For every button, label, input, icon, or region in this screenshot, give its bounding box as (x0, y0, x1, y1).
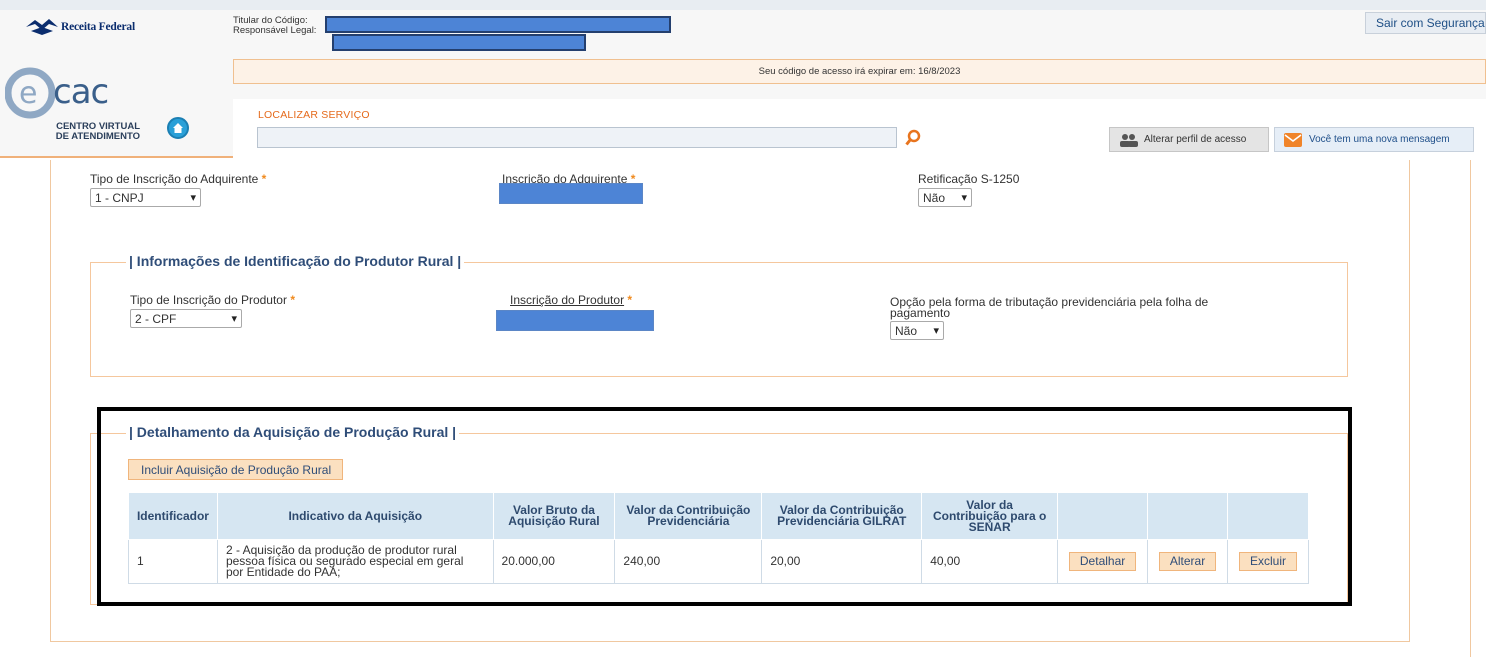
inscricao-produtor-input[interactable] (496, 310, 654, 331)
retificacao-label: Retificação S-1250 (918, 172, 1020, 186)
tipo-adquirente-label: Tipo de Inscrição do Adquirente * (90, 172, 266, 186)
change-profile-button[interactable]: Alterar perfil de acesso (1109, 127, 1269, 152)
tipo-adquirente-text: Tipo de Inscrição do Adquirente (90, 172, 259, 186)
eagle-icon (26, 19, 58, 35)
logout-button[interactable]: Sair com Segurança (1365, 12, 1486, 34)
right-border (1470, 160, 1471, 657)
inscricao-adquirente-input[interactable] (499, 183, 643, 204)
users-icon (1120, 134, 1138, 147)
logo-text: Receita Federal (61, 21, 135, 33)
svg-text:cac: cac (53, 72, 108, 112)
ecac-subtitle: CENTRO VIRTUAL DE ATENDIMENTO (52, 122, 140, 142)
ecac-subtitle-line2: DE ATENDIMENTO (55, 131, 140, 142)
required-mark: * (290, 293, 295, 307)
inscricao-produtor-label: Inscrição do Produtor * (510, 293, 632, 307)
search-label: LOCALIZAR SERVIÇO (258, 109, 370, 121)
new-message-button[interactable]: Você tem uma nova mensagem (1274, 127, 1474, 152)
retificacao-value: Não (923, 190, 946, 205)
opcao-tributacao-label: Opção pela forma de tributação previdenc… (890, 296, 1208, 320)
chevron-down-icon: ▾ (190, 192, 196, 204)
new-message-label: Você tem uma nova mensagem (1309, 134, 1450, 145)
retificacao-select[interactable]: Não ▾ (918, 188, 972, 207)
envelope-icon (1284, 133, 1302, 147)
tipo-adquirente-value: 1 - CNPJ (95, 190, 144, 205)
home-icon[interactable] (167, 117, 189, 139)
tipo-produtor-text: Tipo de Inscrição do Produtor (130, 293, 287, 307)
search-icon[interactable] (905, 129, 921, 147)
tipo-produtor-value: 2 - CPF (135, 311, 177, 326)
opcao-tributacao-value: Não (895, 323, 918, 338)
chevron-down-icon: ▾ (961, 192, 967, 204)
svg-text:e: e (19, 76, 37, 111)
receita-federal-logo[interactable]: Receita Federal (25, 18, 135, 36)
chevron-down-icon: ▾ (231, 313, 237, 325)
redacted-responsavel (332, 34, 586, 51)
tipo-produtor-select[interactable]: 2 - CPF ▾ (130, 309, 242, 328)
titular-info: Titular do Código: Responsável Legal: (233, 16, 316, 36)
tipo-adquirente-select[interactable]: 1 - CNPJ ▾ (90, 188, 201, 207)
produtor-legend: | Informações de Identificação do Produt… (126, 253, 465, 269)
top-stripe (0, 0, 1486, 10)
expiry-notice: Seu código de acesso irá expirar em: 16/… (233, 59, 1486, 84)
tipo-produtor-label: Tipo de Inscrição do Produtor * (130, 293, 295, 307)
highlight-box (97, 407, 1352, 606)
responsavel-label: Responsável Legal: (233, 25, 317, 36)
opcao-tributacao-line2: pagamento (890, 306, 951, 320)
search-input[interactable] (257, 127, 897, 148)
required-mark: * (627, 293, 633, 307)
opcao-tributacao-select[interactable]: Não ▾ (890, 321, 944, 340)
chevron-down-icon: ▾ (933, 325, 939, 337)
required-mark: * (261, 172, 267, 186)
change-profile-label: Alterar perfil de acesso (1144, 134, 1247, 145)
inscricao-produtor-text: Inscrição do Produtor (510, 293, 625, 307)
redacted-titular (325, 16, 671, 33)
produtor-fieldset (90, 262, 1348, 377)
